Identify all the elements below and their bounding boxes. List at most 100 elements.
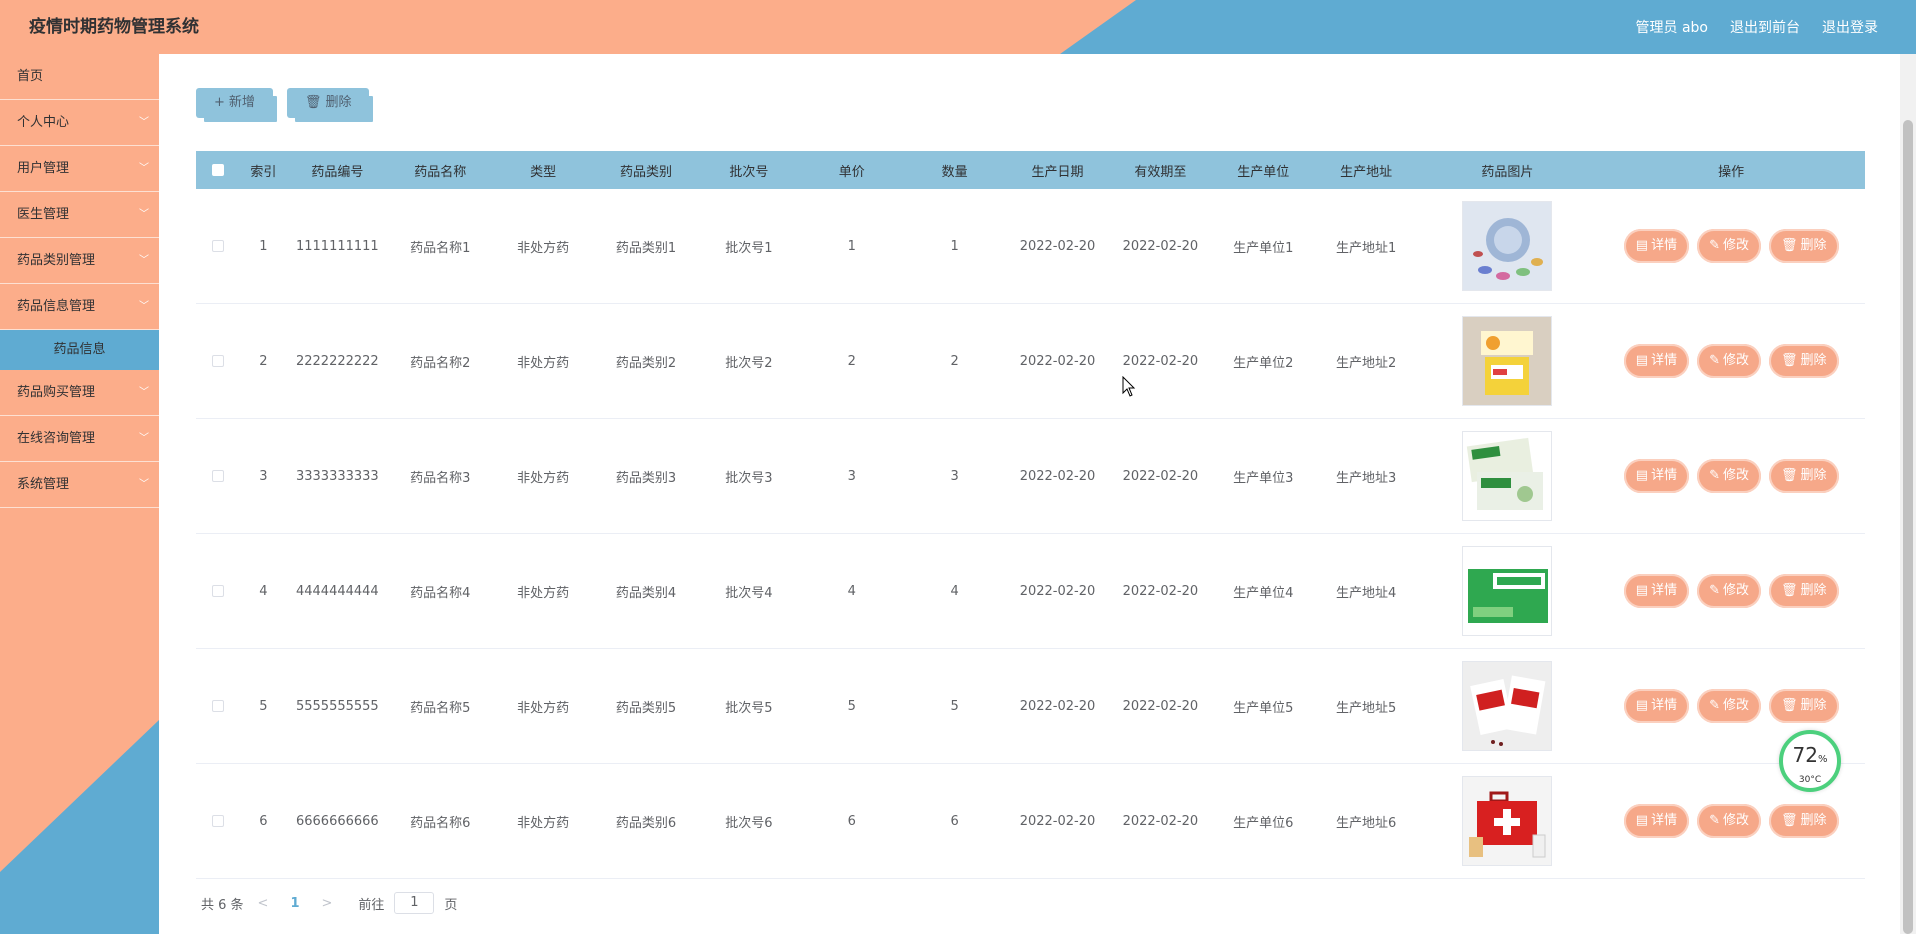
detail-button[interactable]: ▤ 详情 (1623, 344, 1690, 378)
column-header: 批次号 (729, 164, 769, 180)
document-icon: ▤ (1635, 353, 1649, 368)
column-header: 有效期至 (1134, 164, 1187, 180)
logout-link[interactable]: 退出登录 (1822, 17, 1878, 37)
pencil-icon: ✎ (1709, 698, 1720, 713)
cell-address: 生产地址5 (1335, 700, 1397, 716)
cell-mfg: 2022-02-20 (1019, 238, 1096, 254)
cell-actions: ▤ 详情 ✎ 修改 🗑 删除 (1597, 689, 1865, 723)
cell-actions: ▤ 详情 ✎ 修改 🗑 删除 (1597, 804, 1865, 838)
sidebar-item-0[interactable]: 首页 (0, 54, 159, 100)
prev-page-button[interactable]: < (254, 896, 273, 911)
cell-image (1418, 201, 1598, 291)
row-select-cell (196, 469, 241, 484)
page-scrollbar[interactable] (1900, 54, 1916, 934)
exit-to-front-link[interactable]: 退出到前台 (1730, 17, 1800, 37)
trash-icon: 🗑 (1781, 698, 1798, 713)
sidebar-item-8[interactable]: 在线咨询管理 ﹀ (0, 416, 159, 462)
cell-category: 药品类别4 (615, 585, 677, 601)
row-checkbox[interactable] (212, 240, 225, 252)
sidebar-item-5[interactable]: 药品信息管理 ﹀ (0, 284, 159, 330)
cell-mfg: 2022-02-20 (1019, 468, 1096, 484)
add-button[interactable]: + 新增 (196, 88, 273, 118)
cell-type: 非处方药 (517, 700, 570, 716)
scrollbar-thumb[interactable] (1903, 120, 1913, 934)
sidebar-item-7[interactable]: 药品购买管理 ﹀ (0, 370, 159, 416)
edit-button[interactable]: ✎ 修改 (1697, 229, 1761, 263)
page-number-1[interactable]: 1 (282, 896, 307, 911)
edit-button[interactable]: ✎ 修改 (1697, 459, 1761, 493)
first-aid-kit-image[interactable] (1462, 776, 1553, 866)
delete-button[interactable]: 🗑 删除 (1769, 689, 1839, 723)
detail-button[interactable]: ▤ 详情 (1623, 689, 1690, 723)
cell-price: 6 (847, 813, 856, 829)
trash-icon: 🗑 (1781, 238, 1798, 253)
cell-image (1418, 776, 1598, 866)
cell-mfg: 2022-02-20 (1019, 698, 1096, 714)
sidebar-item-3[interactable]: 医生管理 ﹀ (0, 192, 159, 238)
medicine-box-yellow-image[interactable] (1462, 316, 1553, 406)
sidebar-subitem-medicine-info[interactable]: 药品信息 (0, 330, 159, 370)
column-header: 类型 (530, 164, 557, 180)
medicine-box-green-image[interactable] (1462, 431, 1553, 521)
cell-category: 药品类别1 (615, 240, 677, 256)
table-row: 4 4444444444 药品名称4 非处方药 药品类别4 批次号4 4 4 2022-02-2… (196, 534, 1865, 649)
detail-button[interactable]: ▤ 详情 (1623, 229, 1690, 263)
toolbar: + 新增 🗑 删除 (196, 88, 370, 128)
delete-button[interactable]: 🗑 删除 (1769, 459, 1839, 493)
row-checkbox[interactable] (212, 585, 225, 597)
cell-code: 4444444444 (295, 583, 379, 599)
edit-button[interactable]: ✎ 修改 (1697, 574, 1761, 608)
medicine-granules-image[interactable] (1462, 546, 1553, 636)
cell-batch: 批次号2 (725, 355, 773, 371)
detail-button[interactable]: ▤ 详情 (1623, 804, 1690, 838)
delete-button[interactable]: 🗑 删除 (1769, 344, 1839, 378)
medicine-box-red-image[interactable] (1462, 661, 1553, 751)
sidebar-item-9[interactable]: 系统管理 ﹀ (0, 462, 159, 508)
cell-exp: 2022-02-20 (1122, 353, 1199, 369)
row-select-cell (196, 239, 241, 254)
edit-button[interactable]: ✎ 修改 (1697, 689, 1761, 723)
cell-index: 4 (259, 583, 268, 599)
next-page-button[interactable]: > (318, 896, 337, 911)
sidebar-item-1[interactable]: 个人中心 ﹀ (0, 100, 159, 146)
sidebar-item-4[interactable]: 药品类别管理 ﹀ (0, 238, 159, 284)
cell-exp: 2022-02-20 (1122, 238, 1199, 254)
chevron-down-icon: ﹀ (139, 117, 149, 128)
column-header: 药品编号 (311, 164, 364, 180)
medicine-pills-image[interactable] (1462, 201, 1553, 291)
column-header: 生产日期 (1031, 164, 1084, 180)
delete-button[interactable]: 🗑 删除 (1769, 229, 1839, 263)
select-all-checkbox[interactable] (212, 164, 225, 176)
plus-icon: + (214, 95, 225, 110)
cell-maker: 生产单位3 (1233, 470, 1294, 486)
edit-button[interactable]: ✎ 修改 (1697, 344, 1761, 378)
edit-button[interactable]: ✎ 修改 (1697, 804, 1761, 838)
top-header: 疫情时期药物管理系统 管理员 abo 退出到前台 退出登录 (0, 0, 1916, 54)
cell-mfg: 2022-02-20 (1019, 583, 1096, 599)
column-header: 药品类别 (619, 164, 672, 180)
delete-button[interactable]: 🗑 删除 (1769, 804, 1839, 838)
cell-exp: 2022-02-20 (1122, 698, 1199, 714)
cell-name: 药品名称4 (410, 585, 471, 601)
cell-category: 药品类别5 (615, 700, 677, 716)
row-checkbox[interactable] (212, 815, 225, 827)
goto-page-input[interactable]: 1 (394, 892, 435, 914)
row-checkbox[interactable] (212, 700, 225, 712)
row-checkbox[interactable] (212, 355, 225, 367)
cell-code: 3333333333 (295, 468, 379, 484)
cell-actions: ▤ 详情 ✎ 修改 🗑 删除 (1597, 344, 1865, 378)
system-monitor-widget[interactable]: 72% 30°C (1779, 730, 1841, 792)
table-row: 1 1111111111 药品名称1 非处方药 药品类别1 批次号1 1 1 2022-02-2… (196, 189, 1865, 304)
main-content: + 新增 🗑 删除 索引 药品编号 药品名称 类型 药品类别 批次号 单价 数量 生产日期 有效期至生… (159, 54, 1900, 934)
detail-button[interactable]: ▤ 详情 (1623, 459, 1690, 493)
pencil-icon: ✎ (1709, 353, 1720, 368)
delete-button[interactable]: 🗑 删除 (1769, 574, 1839, 608)
widget-percent-unit: % (1817, 754, 1828, 765)
batch-delete-button[interactable]: 🗑 删除 (286, 88, 370, 118)
cell-qty: 5 (950, 698, 959, 714)
sidebar-item-2[interactable]: 用户管理 ﹀ (0, 146, 159, 192)
detail-button[interactable]: ▤ 详情 (1623, 574, 1690, 608)
row-checkbox[interactable] (212, 470, 225, 482)
sidebar-blue-corner (0, 720, 159, 934)
row-select-cell (196, 354, 241, 369)
